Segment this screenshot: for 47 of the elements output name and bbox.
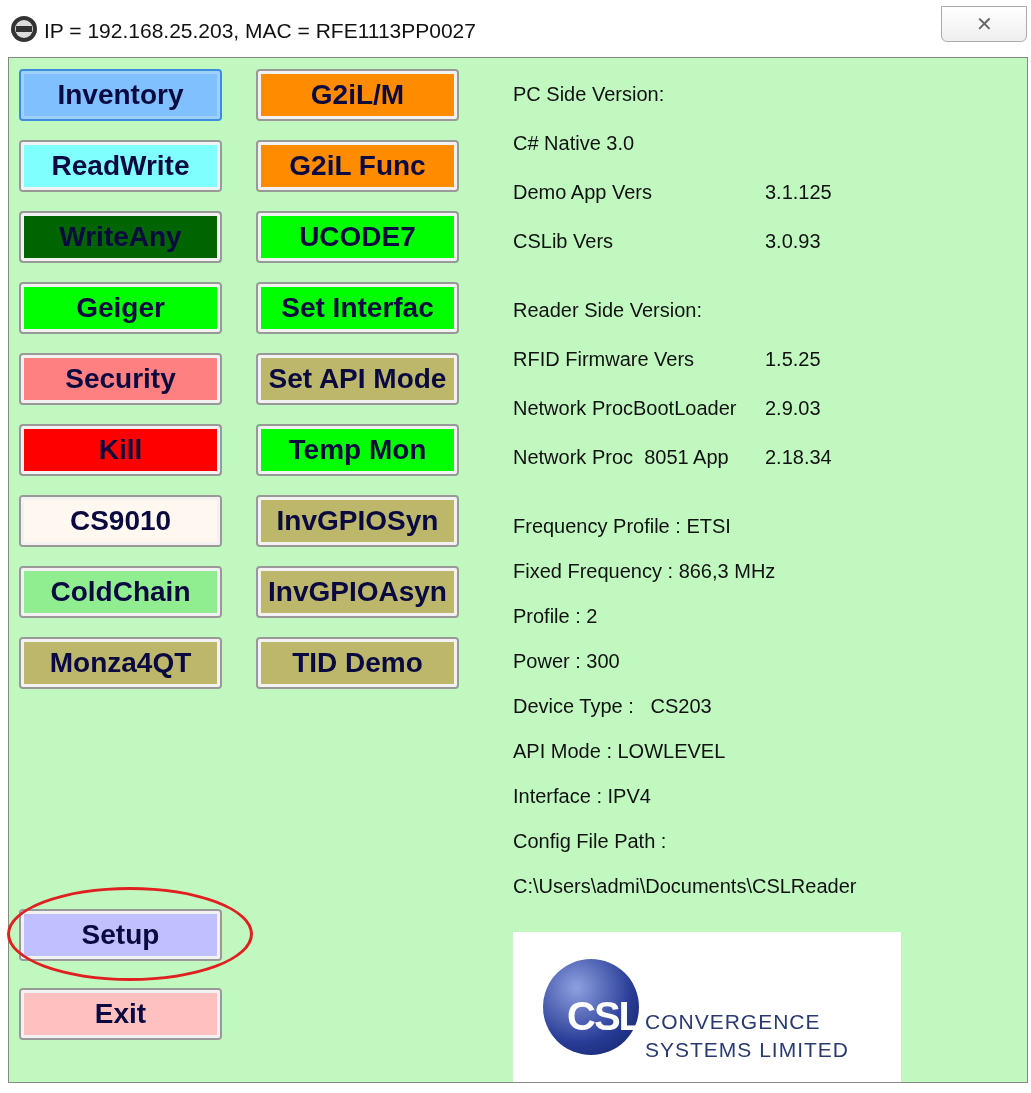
function-button[interactable]: Temp Mon <box>256 424 459 476</box>
function-button[interactable]: ColdChain <box>19 566 222 618</box>
app-icon <box>10 14 38 43</box>
info-label: C# Native 3.0 <box>513 132 635 155</box>
function-button[interactable]: G2iL Func <box>256 140 459 192</box>
info-label: Network Proc 8051 App <box>513 446 730 469</box>
close-button[interactable]: ✕ <box>941 6 1027 42</box>
info-label: RFID Firmware Vers <box>513 348 696 371</box>
function-button[interactable]: Exit <box>19 988 222 1040</box>
logo-text: SYSTEMS LIMITED <box>645 1037 850 1063</box>
info-label: Frequency Profile : ETSI <box>513 515 731 538</box>
function-button[interactable]: Inventory <box>19 69 222 121</box>
info-label: PC Side Version: <box>513 83 665 106</box>
info-value: 2.18.34 <box>765 446 832 469</box>
logo-text: CONVERGENCE <box>645 1009 822 1035</box>
function-button[interactable]: Setup <box>19 909 222 961</box>
info-value: 1.5.25 <box>765 348 821 371</box>
function-button[interactable]: G2iL/M <box>256 69 459 121</box>
info-label: Device Type : CS203 <box>513 695 712 718</box>
info-label: Fixed Frequency : 866,3 MHz <box>513 560 776 583</box>
info-label: Reader Side Version: <box>513 299 702 322</box>
info-label: C:\Users\admi\Documents\CSLReader <box>513 875 857 898</box>
function-button[interactable]: Kill <box>19 424 222 476</box>
info-label: Interface : IPV4 <box>513 785 651 808</box>
logo-mark: CSL <box>567 993 641 1039</box>
info-value: 2.9.03 <box>765 397 821 420</box>
info-value: 3.1.125 <box>765 181 832 204</box>
info-label: Config File Path : <box>513 830 667 853</box>
function-button[interactable]: InvGPIOSyn <box>256 495 459 547</box>
function-button[interactable]: Set Interfac <box>256 282 459 334</box>
function-button[interactable]: Geiger <box>19 282 222 334</box>
window-title: IP = 192.168.25.203, MAC = RFE1113PP0027 <box>44 18 477 43</box>
function-button[interactable]: Set API Mode <box>256 353 459 405</box>
function-button[interactable]: TID Demo <box>256 637 459 689</box>
info-label: Demo App Vers <box>513 181 653 204</box>
info-value: 3.0.93 <box>765 230 821 253</box>
info-label: Power : 300 <box>513 650 620 673</box>
function-button[interactable]: ReadWrite <box>19 140 222 192</box>
function-button[interactable]: InvGPIOAsyn <box>256 566 459 618</box>
info-label: CSLib Vers <box>513 230 615 253</box>
function-button[interactable]: CS9010 <box>19 495 222 547</box>
function-button[interactable]: Monza4QT <box>19 637 222 689</box>
info-label: API Mode : LOWLEVEL <box>513 740 726 763</box>
info-label: Network ProcBootLoader <box>513 397 738 420</box>
info-label: Profile : 2 <box>513 605 598 628</box>
function-button[interactable]: Security <box>19 353 222 405</box>
function-button[interactable]: UCODE7 <box>256 211 459 263</box>
